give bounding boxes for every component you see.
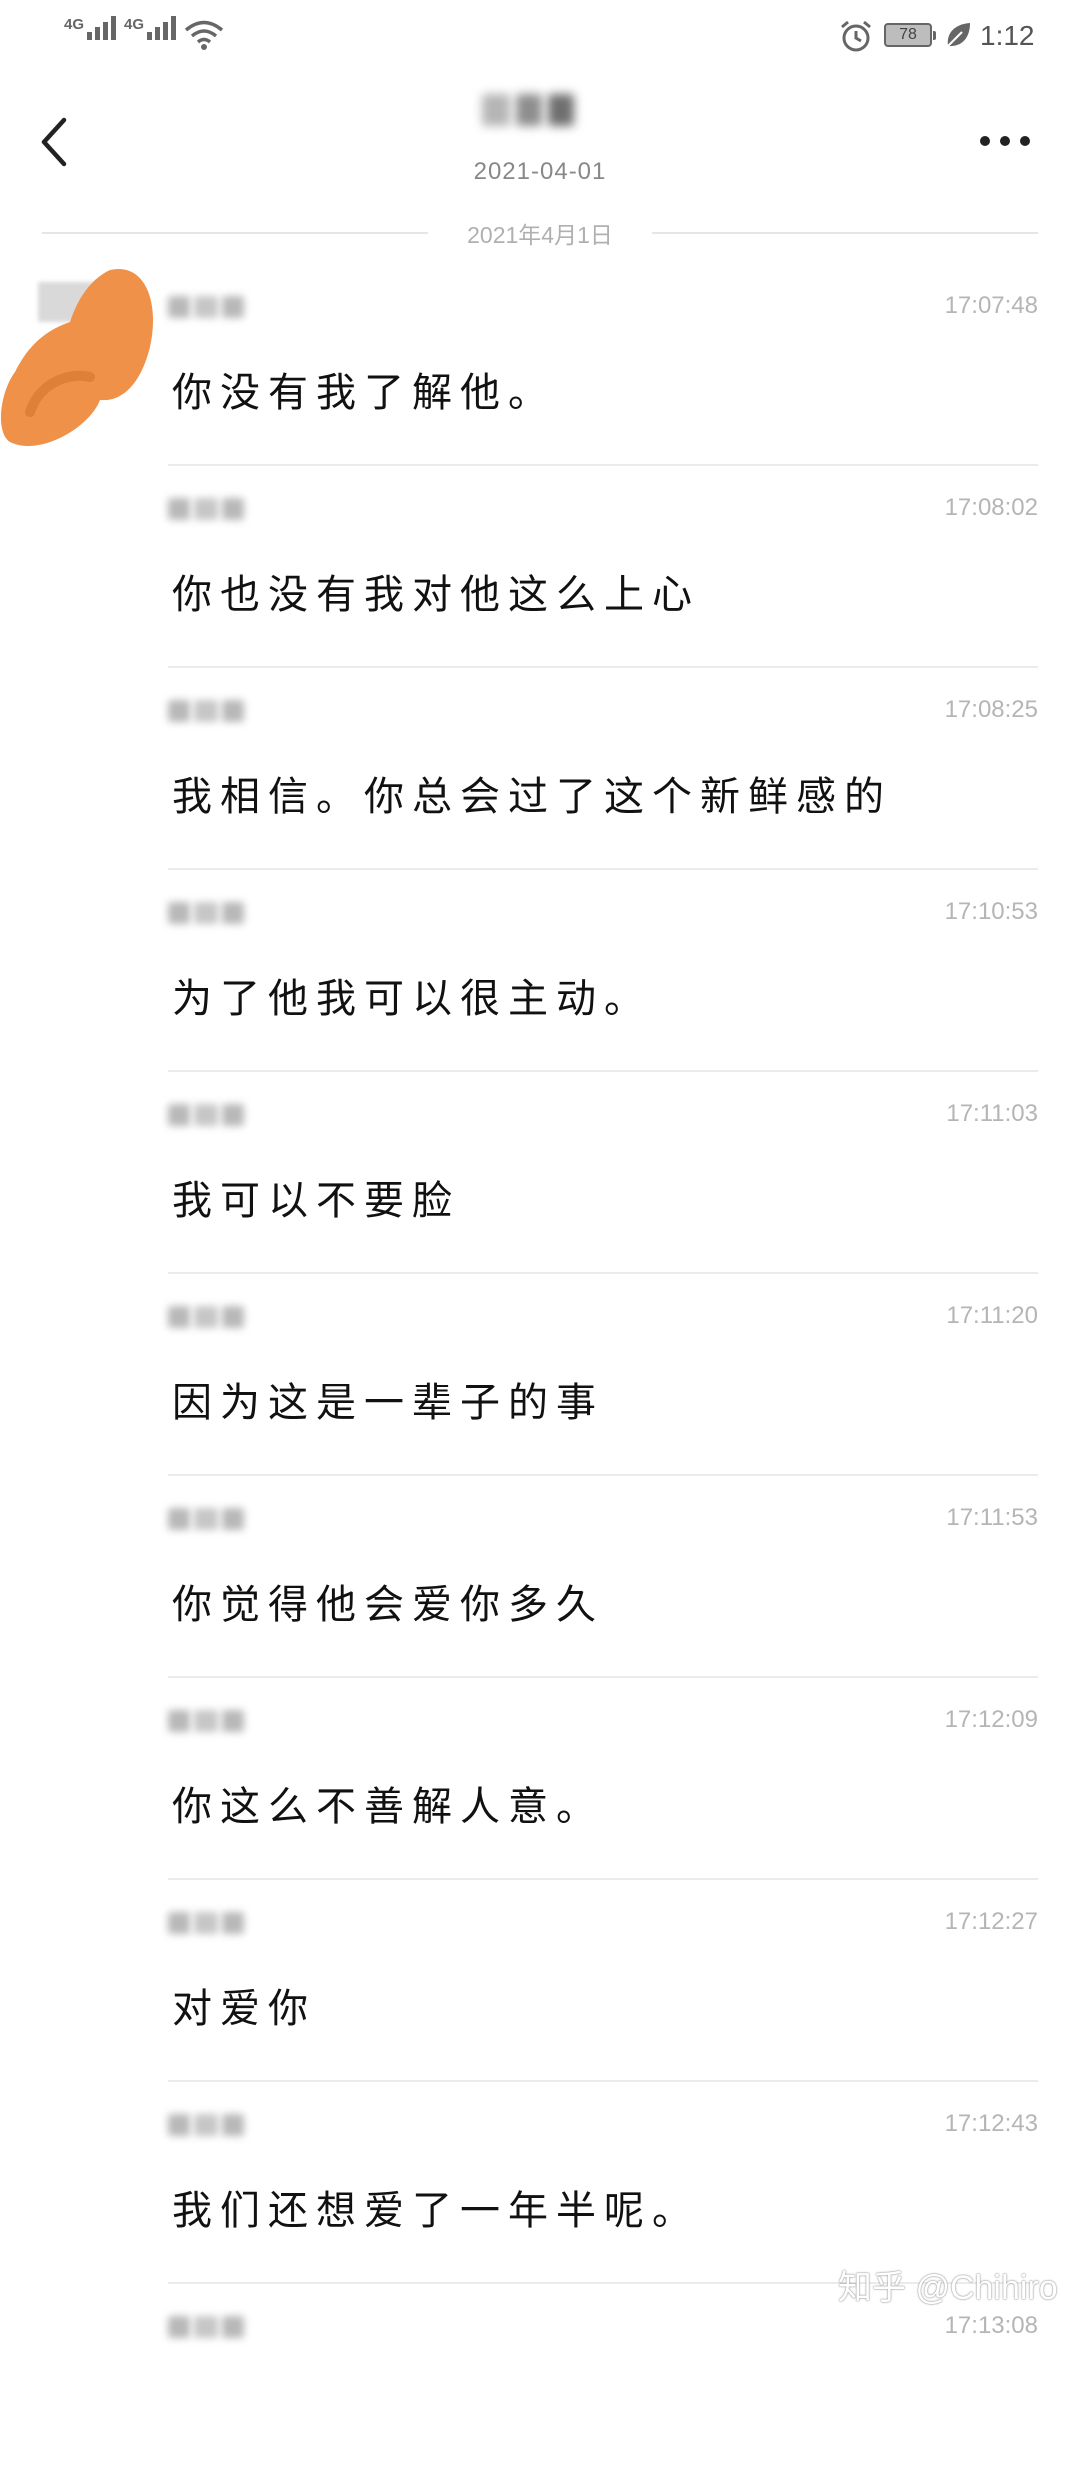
sender-name-blurred — [168, 900, 246, 926]
contact-name-blurred — [482, 94, 592, 130]
message-time: 17:10:53 — [944, 898, 1038, 925]
header-date: 2021-04-01 — [473, 158, 607, 185]
message-item[interactable]: 17:12:09 你这么不善解人意。 — [168, 1678, 1038, 1880]
message-item[interactable]: 17:10:53 为了他我可以很主动。 — [168, 870, 1038, 1072]
sender-name-blurred — [168, 496, 246, 522]
battery-level: 78 — [899, 26, 917, 43]
sender-name-blurred — [168, 294, 246, 320]
message-time: 17:08:02 — [944, 494, 1038, 521]
sender-name-blurred — [168, 1708, 246, 1734]
message-text: 为了他我可以很主动。 — [172, 976, 652, 1022]
message-text: 因为这是一辈子的事 — [172, 1380, 604, 1426]
sender-name-blurred — [168, 1102, 246, 1128]
network-type-label-2: 4G — [124, 16, 145, 33]
divider-line-right — [652, 232, 1038, 234]
sender-name-blurred — [168, 2112, 246, 2138]
more-options-icon[interactable] — [975, 126, 1035, 156]
sender-name-blurred — [168, 2314, 246, 2340]
message-text: 你觉得他会爱你多久 — [172, 1582, 604, 1628]
cellular-signal-icon-2: 4G — [124, 16, 177, 40]
sender-name-blurred — [168, 1506, 246, 1532]
watermark: 知乎 @Chihiro — [838, 2269, 1058, 2307]
message-text: 你也没有我对他这么上心 — [172, 572, 700, 618]
message-item[interactable]: 17:08:02 你也没有我对他这么上心 — [168, 466, 1038, 668]
message-item[interactable]: 17:11:03 我可以不要脸 — [168, 1072, 1038, 1274]
sender-name-blurred — [168, 698, 246, 724]
message-item[interactable]: 17:12:43 我们还想爱了一年半呢。 — [168, 2082, 1038, 2284]
message-item[interactable]: 17:07:48 你没有我了解他。 — [168, 264, 1038, 466]
cellular-signal-icon: 4G — [64, 16, 117, 40]
message-text: 你没有我了解他。 — [172, 370, 556, 416]
message-time: 17:11:20 — [946, 1302, 1038, 1329]
message-time: 17:11:03 — [946, 1100, 1038, 1127]
message-item[interactable]: 17:13:08 — [168, 2284, 1038, 2486]
message-time: 17:13:08 — [944, 2312, 1038, 2339]
message-time: 17:08:25 — [944, 696, 1038, 723]
message-item[interactable]: 17:12:27 对爱你 — [168, 1880, 1038, 2082]
network-type-label: 4G — [64, 16, 85, 33]
wifi-icon — [184, 20, 224, 50]
message-time: 17:12:27 — [944, 1908, 1038, 1935]
message-time: 17:12:43 — [944, 2110, 1038, 2137]
message-item[interactable]: 17:11:20 因为这是一辈子的事 — [168, 1274, 1038, 1476]
sender-name-blurred — [168, 1304, 246, 1330]
message-item[interactable]: 17:11:53 你觉得他会爱你多久 — [168, 1476, 1038, 1678]
status-time: 1:12 — [980, 20, 1035, 51]
alarm-icon — [841, 20, 871, 52]
message-text: 对爱你 — [172, 1986, 316, 2032]
message-item[interactable]: 17:08:25 我相信。你总会过了这个新鲜感的 — [168, 668, 1038, 870]
leaf-icon — [947, 23, 970, 47]
battery-icon: 78 — [884, 23, 936, 47]
message-text: 我们还想爱了一年半呢。 — [172, 2188, 700, 2234]
message-text: 我相信。你总会过了这个新鲜感的 — [172, 774, 892, 820]
message-time: 17:12:09 — [944, 1706, 1038, 1733]
avatar-scribble — [0, 268, 154, 447]
status-bar: 4G 4G 78 1:12 — [0, 0, 1080, 72]
message-time: 17:07:48 — [944, 292, 1038, 319]
message-text: 我可以不要脸 — [172, 1178, 460, 1224]
message-text: 你这么不善解人意。 — [172, 1784, 604, 1830]
sender-name-blurred — [168, 1910, 246, 1936]
message-time: 17:11:53 — [946, 1504, 1038, 1531]
